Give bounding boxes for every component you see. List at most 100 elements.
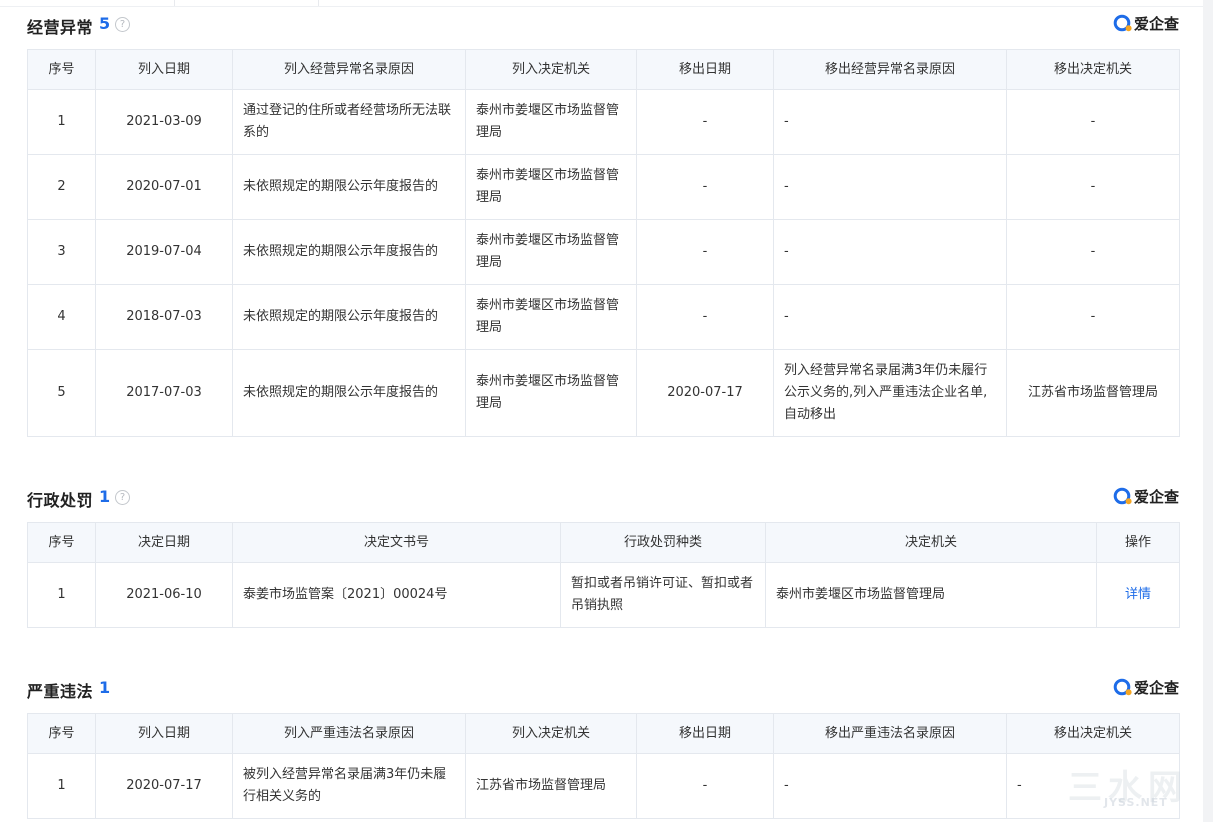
section-title: 行政处罚 [27,491,94,510]
brand-logo[interactable]: 爱企查 [1113,12,1179,34]
scrollbar-track[interactable] [1203,0,1213,822]
cell-document-number: 泰姜市场监管案〔2021〕00024号 [232,562,561,628]
table-row: 4 2018-07-03 未依照规定的期限公示年度报告的 泰州市姜堰区市场监督管… [27,284,1180,350]
cell-remove-authority: 江苏省市场监督管理局 [1006,349,1180,437]
col-header-remove-authority: 移出决定机关 [1006,713,1180,754]
cell-remove-reason: 列入经营异常名录届满3年仍未履行公示义务的,列入严重违法企业名单,自动移出 [773,349,1007,437]
tab-divider [318,0,319,6]
table-header-row: 序号 列入日期 列入严重违法名录原因 列入决定机关 移出日期 移出严重违法名录原… [27,713,1180,754]
cell-list-authority: 泰州市姜堰区市场监督管理局 [465,349,637,437]
cell-remove-authority: - [1006,89,1180,155]
col-header-remove-authority: 移出决定机关 [1006,49,1180,90]
top-tab-strip [0,0,1213,7]
help-icon[interactable]: ? [115,17,130,32]
col-header-index: 序号 [27,522,96,563]
cell-list-date: 2018-07-03 [95,284,233,350]
cell-index: 1 [27,89,96,155]
table-row: 1 2020-07-17 被列入经营异常名录届满3年仍未履行相关义务的 江苏省市… [27,753,1180,819]
tab-divider [174,0,175,6]
cell-list-date: 2019-07-04 [95,219,233,285]
cell-remove-reason: - [773,89,1007,155]
col-header-list-authority: 列入决定机关 [465,49,637,90]
section-header: 经营异常 5 ? 爱企查 [27,11,1179,37]
brand-name: 爱企查 [1133,14,1179,33]
col-header-list-date: 列入日期 [95,49,233,90]
details-link[interactable]: 详情 [1125,587,1151,602]
section-header: 严重违法 1 爱企查 [27,675,1179,701]
cell-remove-date: - [636,89,774,155]
cell-list-date: 2021-03-09 [95,89,233,155]
section-title: 经营异常 [27,18,94,37]
brand-name: 爱企查 [1133,678,1179,697]
col-header-list-reason: 列入经营异常名录原因 [232,49,466,90]
aiqicha-logo-icon [1113,14,1132,32]
table-header-row: 序号 决定日期 决定文书号 行政处罚种类 决定机关 操作 [27,522,1180,563]
cell-list-date: 2017-07-03 [95,349,233,437]
cell-remove-date: 2020-07-17 [636,349,774,437]
table-row: 1 2021-03-09 通过登记的住所或者经营场所无法联系的 泰州市姜堰区市场… [27,89,1180,155]
section-count: 1 [99,678,111,697]
col-header-decision-date: 决定日期 [95,522,233,563]
cell-list-authority: 泰州市姜堰区市场监督管理局 [465,284,637,350]
table-row: 1 2021-06-10 泰姜市场监管案〔2021〕00024号 暂扣或者吊销许… [27,562,1180,628]
section-count: 5 [99,14,111,33]
cell-list-reason: 通过登记的住所或者经营场所无法联系的 [232,89,466,155]
cell-remove-reason: - [773,284,1007,350]
help-icon[interactable]: ? [115,490,130,505]
penalty-table: 序号 决定日期 决定文书号 行政处罚种类 决定机关 操作 1 2021-06-1… [27,522,1180,628]
cell-decision-date: 2021-06-10 [95,562,233,628]
col-header-index: 序号 [27,49,96,90]
cell-index: 1 [27,562,96,628]
col-header-remove-reason: 移出经营异常名录原因 [773,49,1007,90]
cell-remove-authority: - [1006,753,1180,819]
cell-index: 3 [27,219,96,285]
table-row: 3 2019-07-04 未依照规定的期限公示年度报告的 泰州市姜堰区市场监督管… [27,219,1180,285]
cell-index: 4 [27,284,96,350]
section-serious-violation: 严重违法 1 爱企查 序号 列入日期 列入严重违法名录原因 列入决定机关 移出日… [27,675,1180,819]
cell-remove-date: - [636,753,774,819]
cell-remove-reason: - [773,753,1007,819]
cell-action: 详情 [1096,562,1180,628]
cell-remove-date: - [636,219,774,285]
cell-index: 2 [27,154,96,220]
cell-decision-authority: 泰州市姜堰区市场监督管理局 [765,562,1097,628]
cell-index: 5 [27,349,96,437]
col-header-action: 操作 [1096,522,1180,563]
col-header-list-date: 列入日期 [95,713,233,754]
cell-remove-reason: - [773,219,1007,285]
table-header-row: 序号 列入日期 列入经营异常名录原因 列入决定机关 移出日期 移出经营异常名录原… [27,49,1180,90]
col-header-decision-authority: 决定机关 [765,522,1097,563]
cell-remove-date: - [636,284,774,350]
aiqicha-logo-icon [1113,487,1132,505]
col-header-document-number: 决定文书号 [232,522,561,563]
cell-list-reason: 未依照规定的期限公示年度报告的 [232,349,466,437]
cell-penalty-type: 暂扣或者吊销许可证、暂扣或者吊销执照 [560,562,766,628]
cell-remove-date: - [636,154,774,220]
section-administrative-penalty: 行政处罚 1 ? 爱企查 序号 决定日期 决定文书号 行政处罚种类 决定机关 操… [27,484,1180,628]
aiqicha-logo-icon [1113,678,1132,696]
col-header-index: 序号 [27,713,96,754]
cell-list-authority: 江苏省市场监督管理局 [465,753,637,819]
cell-list-reason: 未依照规定的期限公示年度报告的 [232,284,466,350]
section-count: 1 [99,487,111,506]
brand-logo[interactable]: 爱企查 [1113,676,1179,698]
cell-remove-authority: - [1006,284,1180,350]
cell-list-reason: 被列入经营异常名录届满3年仍未履行相关义务的 [232,753,466,819]
col-header-remove-reason: 移出严重违法名录原因 [773,713,1007,754]
table-row: 2 2020-07-01 未依照规定的期限公示年度报告的 泰州市姜堰区市场监督管… [27,154,1180,220]
cell-list-authority: 泰州市姜堰区市场监督管理局 [465,154,637,220]
cell-list-reason: 未依照规定的期限公示年度报告的 [232,219,466,285]
section-abnormal-operation: 经营异常 5 ? 爱企查 序号 列入日期 列入经营异常名录原因 列入决定机关 移… [27,11,1180,437]
cell-list-date: 2020-07-17 [95,753,233,819]
cell-list-date: 2020-07-01 [95,154,233,220]
cell-list-reason: 未依照规定的期限公示年度报告的 [232,154,466,220]
cell-list-authority: 泰州市姜堰区市场监督管理局 [465,219,637,285]
cell-index: 1 [27,753,96,819]
cell-remove-authority: - [1006,154,1180,220]
col-header-list-authority: 列入决定机关 [465,713,637,754]
col-header-penalty-type: 行政处罚种类 [560,522,766,563]
brand-logo[interactable]: 爱企查 [1113,485,1179,507]
col-header-list-reason: 列入严重违法名录原因 [232,713,466,754]
cell-remove-authority: - [1006,219,1180,285]
cell-remove-reason: - [773,154,1007,220]
